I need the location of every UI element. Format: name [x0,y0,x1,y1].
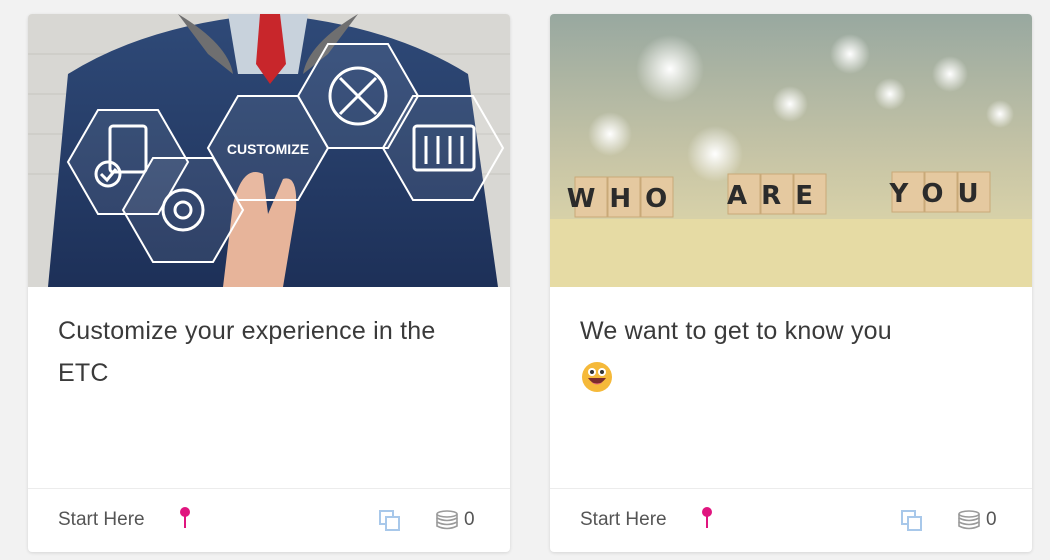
copy-icon[interactable] [378,509,402,533]
customize-image-text: CUSTOMIZE [227,141,309,157]
card-title[interactable]: We want to get to know you [580,310,1010,394]
pin-icon [702,507,712,528]
copy-icon[interactable] [900,509,924,533]
card-image-who-are-you: WHO ARE YOU [550,14,1032,287]
pin-icon [180,507,190,528]
coin-count: 0 [986,509,997,530]
coins-icon [436,510,458,530]
tile-word-are: ARE [727,181,827,211]
card-get-to-know-you[interactable]: WHO ARE YOU We want to get to know you S… [550,14,1032,552]
tile-word-who: WHO [567,184,682,214]
card-footer: Start Here 0 [28,488,510,552]
start-here-label[interactable]: Start Here [580,509,667,531]
grinning-face-emoji [582,362,612,393]
card-footer: Start Here 0 [550,488,1032,552]
card-title[interactable]: Customize your experience in the ETC [58,310,488,394]
coin-count: 0 [464,509,475,530]
coins-icon [958,510,980,530]
card-customize[interactable]: CUSTOMIZE Customize your experience in t… [28,14,510,552]
tile-word-you: YOU [888,179,992,209]
card-image-customize: CUSTOMIZE [28,14,510,287]
card-title-text: We want to get to know you [580,317,892,345]
start-here-label[interactable]: Start Here [58,509,145,531]
